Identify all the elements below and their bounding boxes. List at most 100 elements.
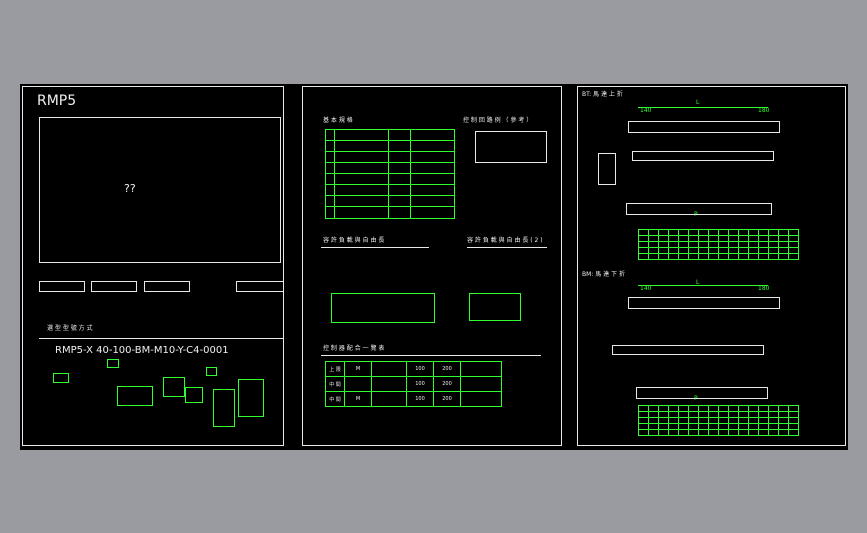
table-cell — [708, 429, 719, 436]
code-box — [53, 373, 69, 383]
dim-right-top: 180 — [758, 107, 770, 114]
table-row: 中 間 M 100 200 — [325, 391, 502, 407]
table-row — [638, 429, 799, 436]
table-cell — [778, 429, 789, 436]
code-box — [238, 379, 264, 417]
load-table-2 — [469, 293, 521, 321]
actuator-side-view-bm — [612, 345, 764, 355]
table-cell — [648, 253, 659, 260]
actuator-end-view-bt — [598, 153, 616, 185]
panel-specifications: 基 本 規 格 控 制 回 路 例 （ 參 考 ） 容 許 負 載 與 自 由 … — [302, 86, 562, 446]
load-table-1 — [331, 293, 435, 323]
panel1-title: RMP5 — [37, 93, 77, 109]
table-cell: 200 — [433, 376, 461, 392]
table-cell — [648, 429, 659, 436]
table-cell — [708, 253, 719, 260]
image-placeholder-frame: ?? — [39, 117, 281, 263]
table-cell — [678, 429, 689, 436]
panel-model-selection: RMP5 ?? 選 型 型 號 方 式 RMP5-X 40-100-BM-M10… — [22, 86, 284, 446]
table-cell — [718, 429, 729, 436]
option-box-2 — [91, 281, 137, 292]
table-cell — [460, 376, 502, 392]
table-cell — [768, 253, 779, 260]
code-box — [206, 367, 217, 376]
control-circuit-diagram — [475, 131, 547, 163]
table-cell — [371, 376, 407, 392]
code-box — [185, 387, 203, 403]
bm-section-title: BM: 馬 達 下 折 — [582, 271, 625, 278]
dim-L-top: L — [696, 99, 700, 106]
table-cell: 100 — [406, 376, 434, 392]
panel-dimensions: BT: 馬 達 上 折 BM: 馬 達 下 折 L 140 180 P L 14… — [577, 86, 846, 446]
dim-table-bm — [638, 405, 799, 436]
dim-P-bottom: P — [694, 395, 698, 402]
table-cell: 100 — [406, 361, 434, 377]
code-box — [117, 386, 153, 406]
table-cell: M — [344, 391, 372, 407]
option-box-4 — [236, 281, 284, 292]
code-box — [213, 389, 235, 427]
separator — [39, 338, 283, 339]
table-cell: 上 限 — [325, 361, 345, 377]
table-cell — [738, 253, 749, 260]
table-cell: 中 間 — [325, 376, 345, 392]
actuator-bottom-view-bm — [636, 387, 768, 399]
selection-section-title: 選 型 型 號 方 式 — [47, 325, 93, 332]
table-cell: 100 — [406, 391, 434, 407]
table-cell — [788, 253, 799, 260]
table-cell — [344, 376, 372, 392]
table-cell — [718, 253, 729, 260]
table-cell — [638, 429, 649, 436]
table-cell — [658, 253, 669, 260]
spec-table — [325, 129, 455, 219]
dim-table-bt — [638, 229, 799, 260]
table-cell — [668, 429, 679, 436]
control-circuit-title: 控 制 回 路 例 （ 參 考 ） — [463, 117, 533, 124]
actuator-bottom-view-bt — [626, 203, 772, 215]
code-box — [107, 359, 119, 368]
spec-section-title: 基 本 規 格 — [323, 117, 353, 124]
table-cell — [698, 429, 709, 436]
table-cell — [460, 391, 502, 407]
table-cell — [638, 253, 649, 260]
allowable-load-title: 容 許 負 載 與 自 由 長 — [323, 237, 385, 244]
table-cell — [371, 391, 407, 407]
controller-table: 上 限 M 100 200 中 間 100 200 中 間 M 100 200 — [325, 361, 502, 407]
table-cell — [758, 253, 769, 260]
table-row — [638, 253, 799, 260]
table-cell — [768, 429, 779, 436]
table-cell: 200 — [433, 391, 461, 407]
dim-left-bottom: 140 — [640, 285, 652, 292]
table-cell: 中 間 — [325, 391, 345, 407]
dim-P-top: P — [694, 211, 698, 218]
option-box-3 — [144, 281, 190, 292]
actuator-top-view-bm — [628, 297, 780, 309]
table-cell — [698, 253, 709, 260]
table-cell — [678, 253, 689, 260]
controller-table-title: 控 制 器 配 合 一 覽 表 — [323, 345, 385, 352]
bt-section-title: BT: 馬 達 上 折 — [582, 91, 623, 98]
table-cell — [788, 429, 799, 436]
code-box — [163, 377, 185, 397]
table-cell — [738, 429, 749, 436]
allowable-load-title-2: 容 許 負 載 與 自 由 長 ( 2 ) — [467, 237, 543, 244]
table-cell — [371, 361, 407, 377]
actuator-side-view-bt — [632, 151, 774, 161]
table-cell — [688, 429, 699, 436]
table-cell — [728, 253, 739, 260]
table-row: 上 限 M 100 200 — [325, 361, 502, 377]
dim-right-bottom: 180 — [758, 285, 770, 292]
table-cell — [658, 429, 669, 436]
table-row: 中 間 100 200 — [325, 376, 502, 392]
model-code: RMP5-X 40-100-BM-M10-Y-C4-0001 — [55, 345, 229, 356]
table-cell — [688, 253, 699, 260]
table-cell — [748, 253, 759, 260]
table-cell — [778, 253, 789, 260]
table-cell — [728, 429, 739, 436]
table-cell — [748, 429, 759, 436]
table-cell: M — [344, 361, 372, 377]
placeholder-text: ?? — [124, 182, 136, 195]
table-cell: 200 — [433, 361, 461, 377]
option-box-1 — [39, 281, 85, 292]
table-cell — [758, 429, 769, 436]
